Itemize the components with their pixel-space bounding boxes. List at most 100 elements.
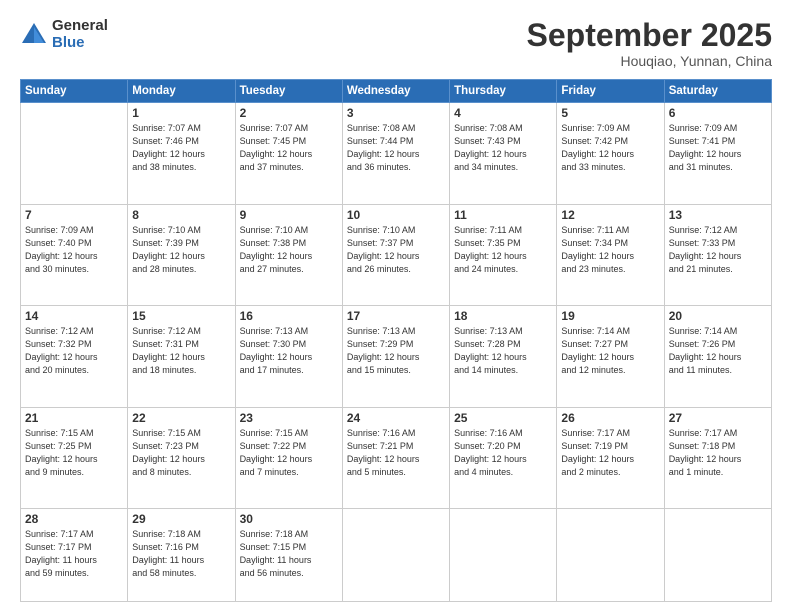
weekday-header-saturday: Saturday [664, 80, 771, 103]
day-info: Sunrise: 7:10 AM Sunset: 7:39 PM Dayligh… [132, 224, 230, 276]
title-block: September 2025 Houqiao, Yunnan, China [527, 18, 772, 69]
calendar-cell: 9 Sunrise: 7:10 AM Sunset: 7:38 PM Daylig… [235, 204, 342, 305]
day-number: 24 [347, 411, 445, 425]
day-number: 8 [132, 208, 230, 222]
calendar-cell: 4Sunrise: 7:08 AM Sunset: 7:43 PM Daylig… [450, 103, 557, 204]
calendar-cell: 20 Sunrise: 7:14 AM Sunset: 7:26 PM Dayli… [664, 306, 771, 407]
day-info: Sunrise: 7:09 AM Sunset: 7:41 PM Dayligh… [669, 122, 767, 174]
day-info: Sunrise: 7:13 AM Sunset: 7:28 PM Dayligh… [454, 325, 552, 377]
day-number: 6 [669, 106, 767, 120]
page: General Blue September 2025 Houqiao, Yun… [0, 0, 792, 612]
calendar-cell: 26Sunrise: 7:17 AM Sunset: 7:19 PM Dayli… [557, 407, 664, 508]
day-info: Sunrise: 7:16 AM Sunset: 7:20 PM Dayligh… [454, 427, 552, 479]
calendar-cell: 29 Sunrise: 7:18 AM Sunset: 7:16 PM Dayli… [128, 508, 235, 601]
day-number: 20 [669, 309, 767, 323]
logo-text: General Blue [52, 18, 108, 51]
day-info: Sunrise: 7:15 AM Sunset: 7:25 PM Dayligh… [25, 427, 123, 479]
location: Houqiao, Yunnan, China [527, 53, 772, 69]
calendar-cell: 28 Sunrise: 7:17 AM Sunset: 7:17 PM Dayli… [21, 508, 128, 601]
header: General Blue September 2025 Houqiao, Yun… [20, 18, 772, 69]
day-number: 18 [454, 309, 552, 323]
calendar-table: SundayMondayTuesdayWednesdayThursdayFrid… [20, 79, 772, 602]
day-info: Sunrise: 7:07 AM Sunset: 7:46 PM Dayligh… [132, 122, 230, 174]
day-info: Sunrise: 7:08 AM Sunset: 7:43 PM Dayligh… [454, 122, 552, 174]
day-info: Sunrise: 7:11 AM Sunset: 7:35 PM Dayligh… [454, 224, 552, 276]
calendar-cell: 15 Sunrise: 7:12 AM Sunset: 7:31 PM Dayli… [128, 306, 235, 407]
day-info: Sunrise: 7:07 AM Sunset: 7:45 PM Dayligh… [240, 122, 338, 174]
calendar-cell: 13Sunrise: 7:12 AM Sunset: 7:33 PM Dayli… [664, 204, 771, 305]
day-info: Sunrise: 7:12 AM Sunset: 7:31 PM Dayligh… [132, 325, 230, 377]
week-row-1: 7 Sunrise: 7:09 AM Sunset: 7:40 PM Daylig… [21, 204, 772, 305]
day-info: Sunrise: 7:15 AM Sunset: 7:23 PM Dayligh… [132, 427, 230, 479]
weekday-header-row: SundayMondayTuesdayWednesdayThursdayFrid… [21, 80, 772, 103]
day-number: 12 [561, 208, 659, 222]
day-number: 16 [240, 309, 338, 323]
day-info: Sunrise: 7:12 AM Sunset: 7:32 PM Dayligh… [25, 325, 123, 377]
day-info: Sunrise: 7:09 AM Sunset: 7:40 PM Dayligh… [25, 224, 123, 276]
day-info: Sunrise: 7:18 AM Sunset: 7:15 PM Dayligh… [240, 528, 338, 580]
day-number: 29 [132, 512, 230, 526]
day-info: Sunrise: 7:12 AM Sunset: 7:33 PM Dayligh… [669, 224, 767, 276]
day-number: 10 [347, 208, 445, 222]
day-info: Sunrise: 7:10 AM Sunset: 7:38 PM Dayligh… [240, 224, 338, 276]
logo: General Blue [20, 18, 108, 51]
logo-blue-text: Blue [52, 35, 108, 52]
day-number: 3 [347, 106, 445, 120]
day-number: 11 [454, 208, 552, 222]
weekday-header-wednesday: Wednesday [342, 80, 449, 103]
week-row-2: 14Sunrise: 7:12 AM Sunset: 7:32 PM Dayli… [21, 306, 772, 407]
day-number: 2 [240, 106, 338, 120]
weekday-header-sunday: Sunday [21, 80, 128, 103]
logo-general-text: General [52, 18, 108, 35]
calendar-cell: 6 Sunrise: 7:09 AM Sunset: 7:41 PM Daylig… [664, 103, 771, 204]
day-number: 22 [132, 411, 230, 425]
calendar-cell: 27 Sunrise: 7:17 AM Sunset: 7:18 PM Dayli… [664, 407, 771, 508]
calendar-cell [21, 103, 128, 204]
calendar-cell: 3 Sunrise: 7:08 AM Sunset: 7:44 PM Daylig… [342, 103, 449, 204]
day-number: 19 [561, 309, 659, 323]
calendar-cell: 23Sunrise: 7:15 AM Sunset: 7:22 PM Dayli… [235, 407, 342, 508]
calendar-cell: 10 Sunrise: 7:10 AM Sunset: 7:37 PM Dayli… [342, 204, 449, 305]
week-row-3: 21 Sunrise: 7:15 AM Sunset: 7:25 PM Dayli… [21, 407, 772, 508]
calendar-cell: 18 Sunrise: 7:13 AM Sunset: 7:28 PM Dayli… [450, 306, 557, 407]
day-info: Sunrise: 7:13 AM Sunset: 7:29 PM Dayligh… [347, 325, 445, 377]
day-number: 1 [132, 106, 230, 120]
day-info: Sunrise: 7:08 AM Sunset: 7:44 PM Dayligh… [347, 122, 445, 174]
day-number: 9 [240, 208, 338, 222]
day-number: 17 [347, 309, 445, 323]
day-info: Sunrise: 7:13 AM Sunset: 7:30 PM Dayligh… [240, 325, 338, 377]
day-info: Sunrise: 7:16 AM Sunset: 7:21 PM Dayligh… [347, 427, 445, 479]
calendar-cell: 25 Sunrise: 7:16 AM Sunset: 7:20 PM Dayli… [450, 407, 557, 508]
week-row-0: 1 Sunrise: 7:07 AM Sunset: 7:46 PM Daylig… [21, 103, 772, 204]
day-number: 7 [25, 208, 123, 222]
calendar-cell: 22 Sunrise: 7:15 AM Sunset: 7:23 PM Dayli… [128, 407, 235, 508]
day-info: Sunrise: 7:09 AM Sunset: 7:42 PM Dayligh… [561, 122, 659, 174]
day-info: Sunrise: 7:17 AM Sunset: 7:17 PM Dayligh… [25, 528, 123, 580]
calendar-cell: 17 Sunrise: 7:13 AM Sunset: 7:29 PM Dayli… [342, 306, 449, 407]
calendar-cell [342, 508, 449, 601]
calendar-cell: 14Sunrise: 7:12 AM Sunset: 7:32 PM Dayli… [21, 306, 128, 407]
weekday-header-thursday: Thursday [450, 80, 557, 103]
calendar-cell: 16 Sunrise: 7:13 AM Sunset: 7:30 PM Dayli… [235, 306, 342, 407]
calendar-cell [557, 508, 664, 601]
day-info: Sunrise: 7:17 AM Sunset: 7:18 PM Dayligh… [669, 427, 767, 479]
calendar-cell: 8 Sunrise: 7:10 AM Sunset: 7:39 PM Daylig… [128, 204, 235, 305]
day-number: 21 [25, 411, 123, 425]
day-number: 25 [454, 411, 552, 425]
calendar-cell: 24 Sunrise: 7:16 AM Sunset: 7:21 PM Dayli… [342, 407, 449, 508]
calendar-cell: 21 Sunrise: 7:15 AM Sunset: 7:25 PM Dayli… [21, 407, 128, 508]
weekday-header-tuesday: Tuesday [235, 80, 342, 103]
calendar-cell: 2 Sunrise: 7:07 AM Sunset: 7:45 PM Daylig… [235, 103, 342, 204]
month-title: September 2025 [527, 18, 772, 53]
day-info: Sunrise: 7:14 AM Sunset: 7:26 PM Dayligh… [669, 325, 767, 377]
week-row-4: 28 Sunrise: 7:17 AM Sunset: 7:17 PM Dayli… [21, 508, 772, 601]
calendar-cell: 1 Sunrise: 7:07 AM Sunset: 7:46 PM Daylig… [128, 103, 235, 204]
day-number: 30 [240, 512, 338, 526]
day-number: 5 [561, 106, 659, 120]
day-number: 28 [25, 512, 123, 526]
day-number: 15 [132, 309, 230, 323]
calendar-cell: 5 Sunrise: 7:09 AM Sunset: 7:42 PM Daylig… [557, 103, 664, 204]
day-number: 27 [669, 411, 767, 425]
day-info: Sunrise: 7:10 AM Sunset: 7:37 PM Dayligh… [347, 224, 445, 276]
day-info: Sunrise: 7:18 AM Sunset: 7:16 PM Dayligh… [132, 528, 230, 580]
